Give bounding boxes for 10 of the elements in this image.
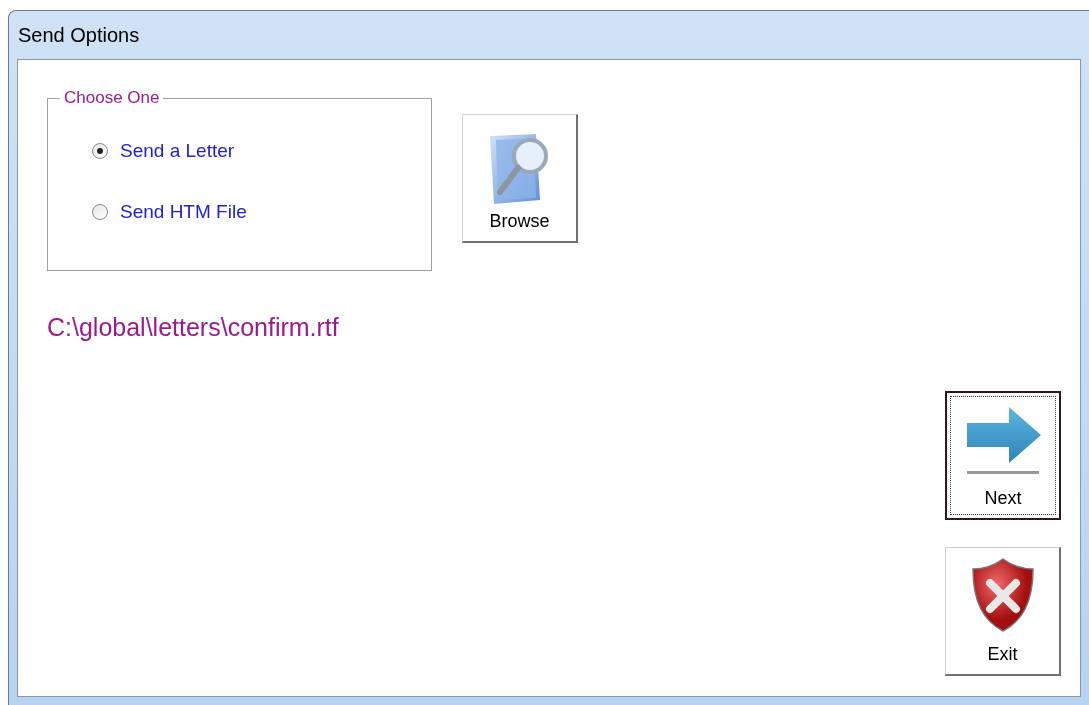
file-path: C:\global\letters\confirm.rtf (47, 312, 340, 343)
next-button[interactable]: Next (945, 391, 1061, 520)
window-title: Send Options (17, 23, 141, 48)
radio-label[interactable]: Send HTM File (120, 197, 247, 226)
radio-label[interactable]: Send a Letter (120, 137, 235, 166)
exit-button[interactable]: Exit (945, 547, 1061, 676)
browse-button[interactable]: Browse (462, 114, 578, 243)
shield-x-icon (969, 557, 1036, 633)
radio-button[interactable] (92, 203, 108, 220)
radio-button[interactable] (92, 143, 108, 160)
